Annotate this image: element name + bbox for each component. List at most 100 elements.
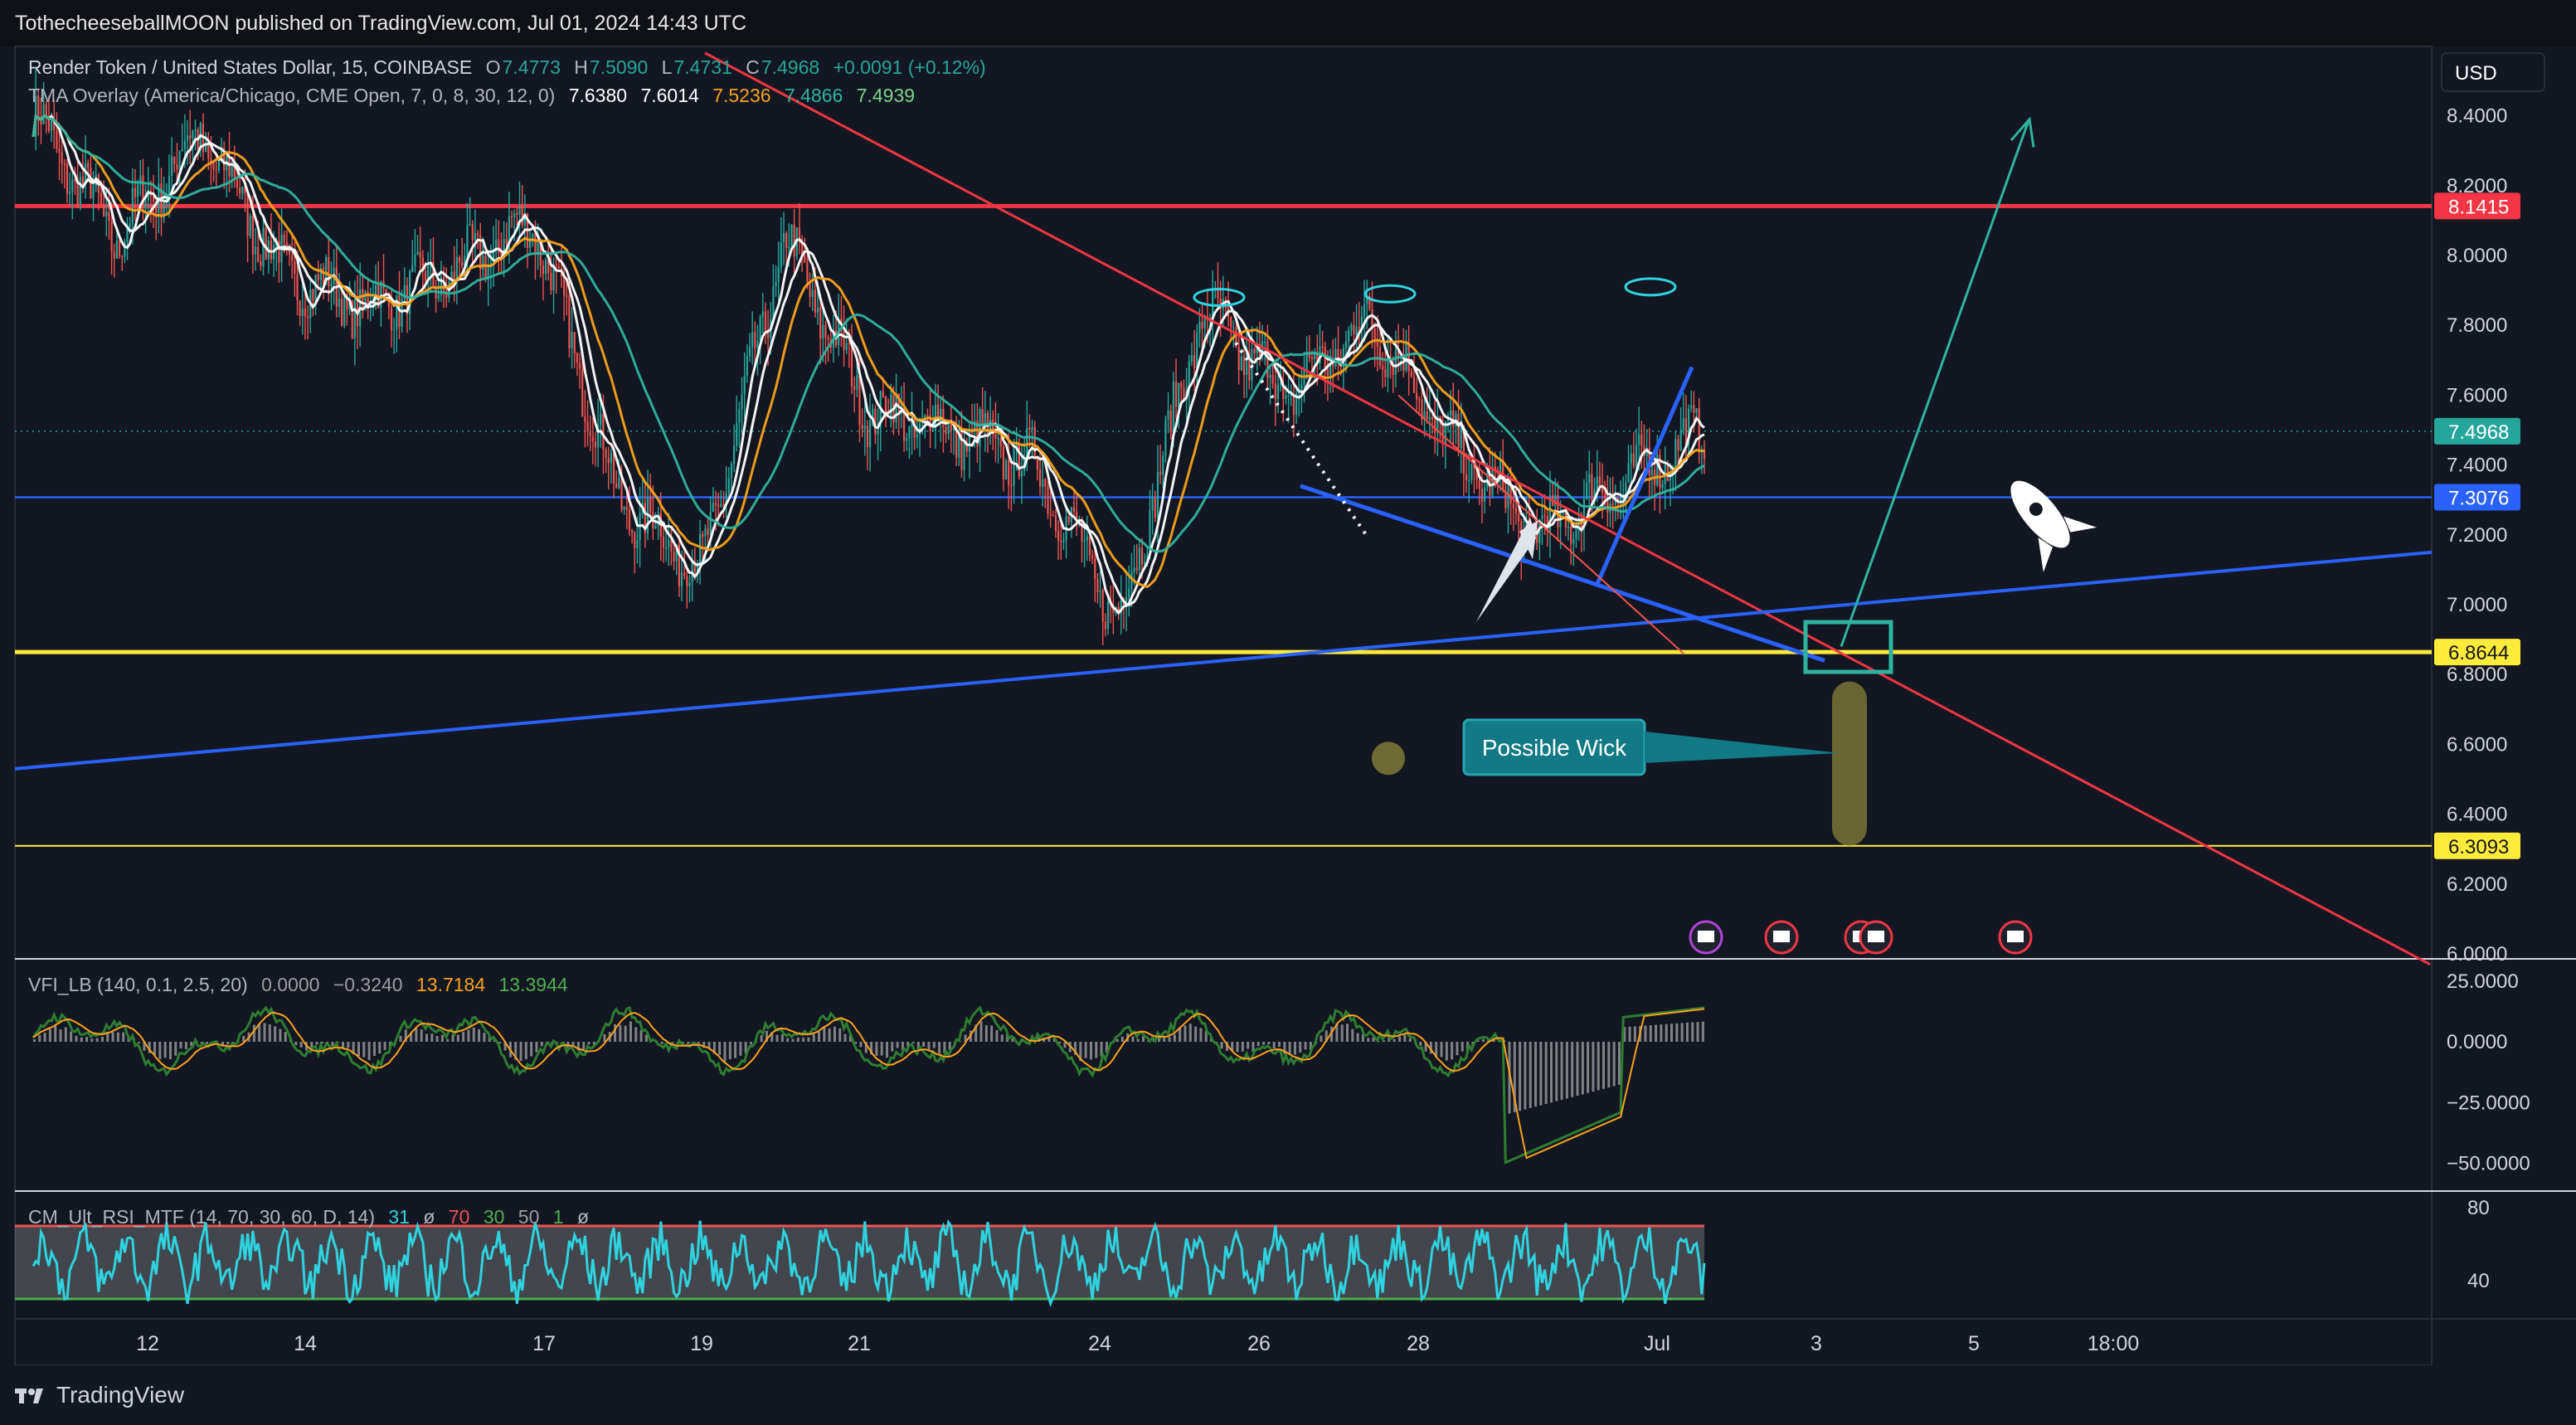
candle-body bbox=[1002, 446, 1005, 480]
price-label-text: 8.1415 bbox=[2448, 196, 2509, 218]
candle-body bbox=[777, 266, 780, 282]
vfi-histogram-bar bbox=[462, 1031, 465, 1042]
vfi-histogram-bar bbox=[1398, 1036, 1402, 1042]
vfi-histogram-bar bbox=[990, 1025, 994, 1042]
vfi-histogram-bar bbox=[1617, 1042, 1621, 1085]
vfi-histogram-bar bbox=[1184, 1025, 1187, 1042]
candle-body bbox=[654, 526, 657, 528]
time-tick-label: 28 bbox=[1407, 1332, 1430, 1355]
candle-body bbox=[555, 264, 557, 266]
vfi-histogram-bar bbox=[1440, 1042, 1443, 1058]
vfi-histogram-bar bbox=[347, 1042, 350, 1048]
vfi-histogram-bar bbox=[1685, 1022, 1689, 1042]
candle-body bbox=[720, 503, 722, 507]
plot-frame bbox=[14, 46, 2433, 1366]
candle-body bbox=[806, 262, 809, 282]
close-label: C bbox=[746, 56, 760, 78]
vfi-histogram-bar bbox=[802, 1037, 805, 1042]
vfi-histogram-bar bbox=[456, 1034, 459, 1042]
candle-body bbox=[330, 284, 333, 286]
candle-body bbox=[793, 224, 795, 257]
candle-body bbox=[121, 256, 124, 258]
tma-value-5: 7.4939 bbox=[856, 85, 916, 106]
vfi-histogram-bar bbox=[367, 1042, 371, 1061]
candle-body bbox=[1543, 515, 1546, 517]
candle-body bbox=[1164, 419, 1167, 456]
candle-body bbox=[908, 426, 911, 439]
vfi-histogram-bar bbox=[100, 1036, 104, 1042]
candle-body bbox=[1028, 427, 1031, 430]
candle-body bbox=[1154, 497, 1156, 518]
vfi-tick-label: 25.0000 bbox=[2447, 970, 2519, 993]
vfi-histogram-bar bbox=[1696, 1022, 1699, 1042]
vfi-histogram-bar bbox=[1194, 1026, 1198, 1042]
vfi-histogram-bar bbox=[284, 1032, 287, 1042]
candle-body bbox=[1264, 341, 1266, 343]
candle-body bbox=[505, 239, 508, 244]
candle-body bbox=[1635, 445, 1638, 467]
candle-body bbox=[814, 289, 816, 313]
candle-body bbox=[589, 431, 591, 437]
candle-body bbox=[1101, 591, 1104, 622]
candle-body bbox=[1135, 567, 1138, 571]
candle-body bbox=[1326, 370, 1329, 376]
vfi-histogram-bar bbox=[174, 1042, 177, 1056]
vfi-histogram-bar bbox=[357, 1042, 361, 1056]
candle-body bbox=[1650, 469, 1654, 476]
candle-body bbox=[1373, 328, 1376, 340]
candle-body bbox=[612, 453, 615, 484]
candle-body bbox=[469, 223, 471, 226]
vfi-histogram-bar bbox=[1115, 1038, 1119, 1042]
tma-value-1: 7.6380 bbox=[568, 85, 628, 106]
candle-body bbox=[231, 165, 233, 177]
vfi-histogram-bar bbox=[1392, 1038, 1396, 1042]
candle-body bbox=[950, 424, 952, 430]
vfi-histogram-bar bbox=[1136, 1038, 1140, 1042]
vfi-histogram-bar bbox=[59, 1029, 62, 1042]
candle-body bbox=[620, 477, 623, 510]
rsi-name: CM_Ult_RSI_MTF (14, 70, 30, 60, D, 14) bbox=[28, 1206, 375, 1228]
price-label-text: 7.4968 bbox=[2448, 421, 2509, 444]
vfi-histogram-bar bbox=[587, 1042, 591, 1045]
candle-body bbox=[134, 187, 137, 197]
vfi-histogram-bar bbox=[1549, 1042, 1553, 1103]
rsi-tick-label: 40 bbox=[2467, 1270, 2490, 1292]
candle-body bbox=[249, 215, 251, 236]
candle-body bbox=[183, 140, 186, 150]
candle-body bbox=[61, 152, 63, 164]
candle-body bbox=[798, 227, 801, 240]
candle-body bbox=[168, 176, 171, 197]
candle-body bbox=[1428, 417, 1431, 420]
candle-body bbox=[704, 528, 707, 537]
candle-body bbox=[1611, 503, 1614, 505]
candle-body bbox=[999, 438, 1002, 447]
vfi-histogram-bar bbox=[1199, 1028, 1203, 1042]
candle-body bbox=[1271, 375, 1274, 384]
candle-body bbox=[566, 295, 568, 297]
vfi-histogram-bar bbox=[760, 1035, 763, 1042]
candle-body bbox=[688, 582, 691, 586]
vfi-histogram-bar bbox=[1403, 1034, 1407, 1042]
vfi-histogram-bar bbox=[1288, 1042, 1291, 1055]
price-tick-label: 8.0000 bbox=[2447, 245, 2507, 267]
vfi-histogram-bar bbox=[1628, 1026, 1631, 1042]
candle-body bbox=[1106, 601, 1110, 630]
candle-body bbox=[610, 453, 612, 464]
vfi-name: VFI_LB (140, 0.1, 2.5, 20) bbox=[28, 974, 248, 995]
tradingview-logo-icon bbox=[15, 1389, 43, 1403]
vfi-legend: VFI_LB (140, 0.1, 2.5, 20) 0.0000 −0.324… bbox=[28, 974, 576, 996]
vfi-histogram-bar bbox=[718, 1042, 722, 1055]
vfi-histogram-bar bbox=[1555, 1042, 1558, 1102]
candle-body bbox=[1465, 474, 1468, 480]
candle-body bbox=[458, 257, 461, 263]
vfi-histogram-bar bbox=[619, 1024, 622, 1042]
vfi-histogram-bar bbox=[1095, 1042, 1098, 1058]
candle-body bbox=[110, 221, 113, 251]
candle-body bbox=[1693, 405, 1695, 413]
vfi-histogram-bar bbox=[1524, 1042, 1527, 1110]
price-axis: USD8.40008.20008.00007.80007.60007.40007… bbox=[2434, 52, 2545, 965]
vfi-histogram-bar bbox=[1581, 1042, 1584, 1095]
candle-body bbox=[1426, 411, 1428, 420]
candle-body bbox=[1292, 394, 1295, 416]
candle-body bbox=[228, 156, 231, 177]
